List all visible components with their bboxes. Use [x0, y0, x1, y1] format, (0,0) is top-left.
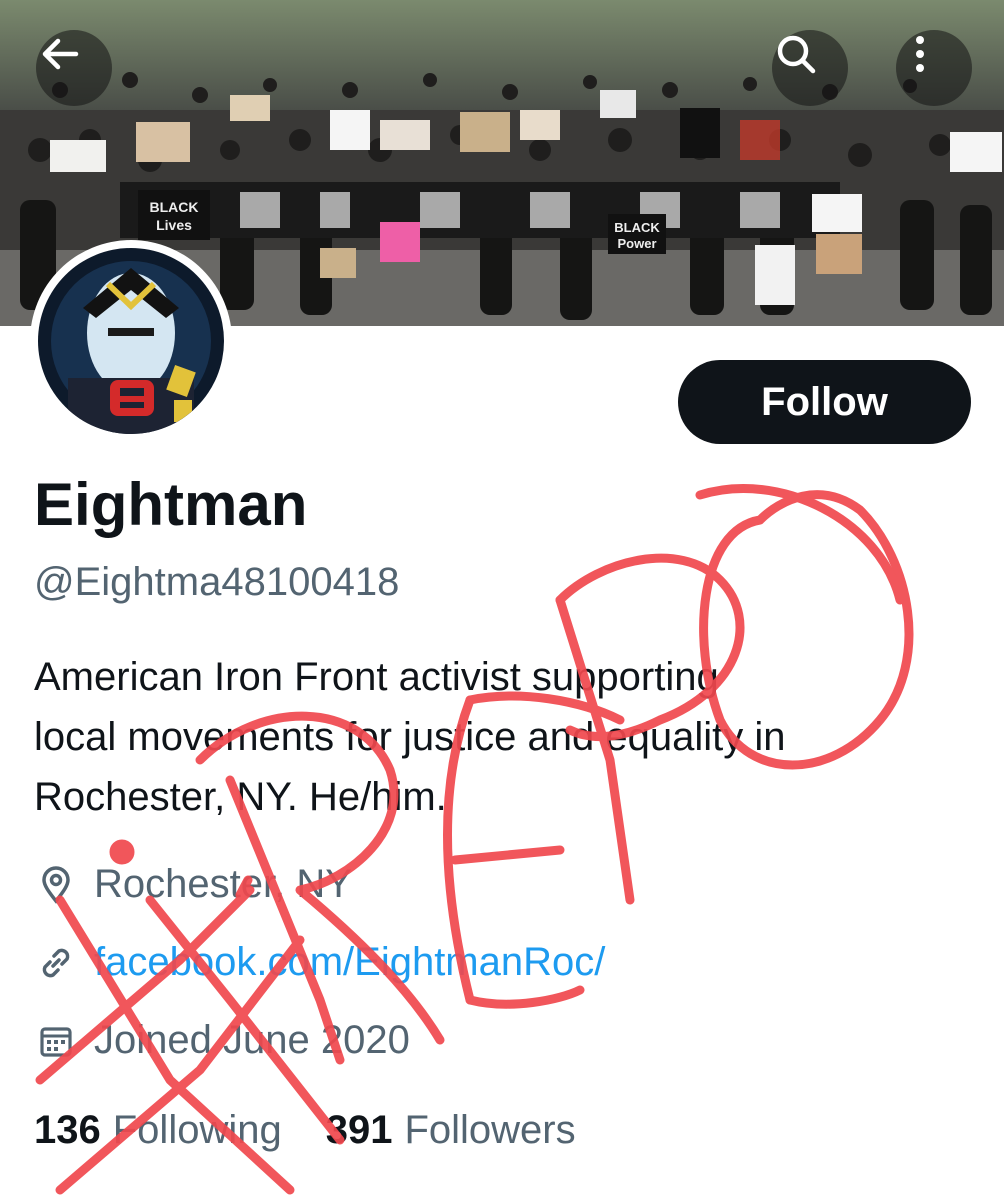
more-vertical-icon: [916, 36, 924, 72]
profile-handle: @Eightma48100418: [34, 560, 400, 604]
svg-text:BLACK: BLACK: [614, 220, 660, 235]
profile-bio: American Iron Front activist supporting …: [34, 647, 974, 827]
profile-join-date: Joined June 2020: [34, 1018, 410, 1063]
svg-text:Lives: Lives: [156, 217, 192, 233]
back-button[interactable]: [36, 30, 112, 106]
avatar-image: [38, 248, 224, 434]
link-icon: [34, 941, 78, 985]
bio-line: Rochester, NY. He/him.: [34, 775, 447, 819]
arrow-left-icon: [42, 38, 79, 70]
profile-stats: 136 Following 391 Followers: [34, 1108, 620, 1153]
location-text: Rochester, NY: [94, 862, 352, 906]
profile-avatar[interactable]: [30, 240, 232, 442]
search-button[interactable]: [772, 30, 848, 106]
more-options-button[interactable]: [896, 30, 972, 106]
following-label: Following: [112, 1108, 282, 1152]
location-pin-icon: [34, 863, 78, 907]
bio-line: American Iron Front activist supporting: [34, 655, 719, 699]
follow-button[interactable]: Follow: [678, 360, 971, 444]
calendar-icon: [34, 1019, 78, 1063]
search-icon: [777, 35, 816, 74]
svg-text:BLACK: BLACK: [150, 199, 199, 215]
profile-display-name: Eightman: [34, 471, 308, 538]
bio-line: local movements for justice and equality…: [34, 715, 786, 759]
profile-location: Rochester, NY: [34, 862, 352, 907]
following-count: 136: [34, 1108, 101, 1152]
followers-label: Followers: [404, 1108, 576, 1152]
join-date-text: Joined June 2020: [94, 1018, 410, 1062]
followers-count: 391: [325, 1108, 393, 1152]
profile-website: facebook.com/EightmanRoc/: [34, 940, 605, 985]
website-link[interactable]: facebook.com/EightmanRoc/: [94, 940, 605, 985]
svg-text:Power: Power: [617, 236, 656, 251]
following-stat[interactable]: 136 Following: [34, 1108, 282, 1153]
followers-stat[interactable]: 391 Followers: [326, 1108, 576, 1153]
